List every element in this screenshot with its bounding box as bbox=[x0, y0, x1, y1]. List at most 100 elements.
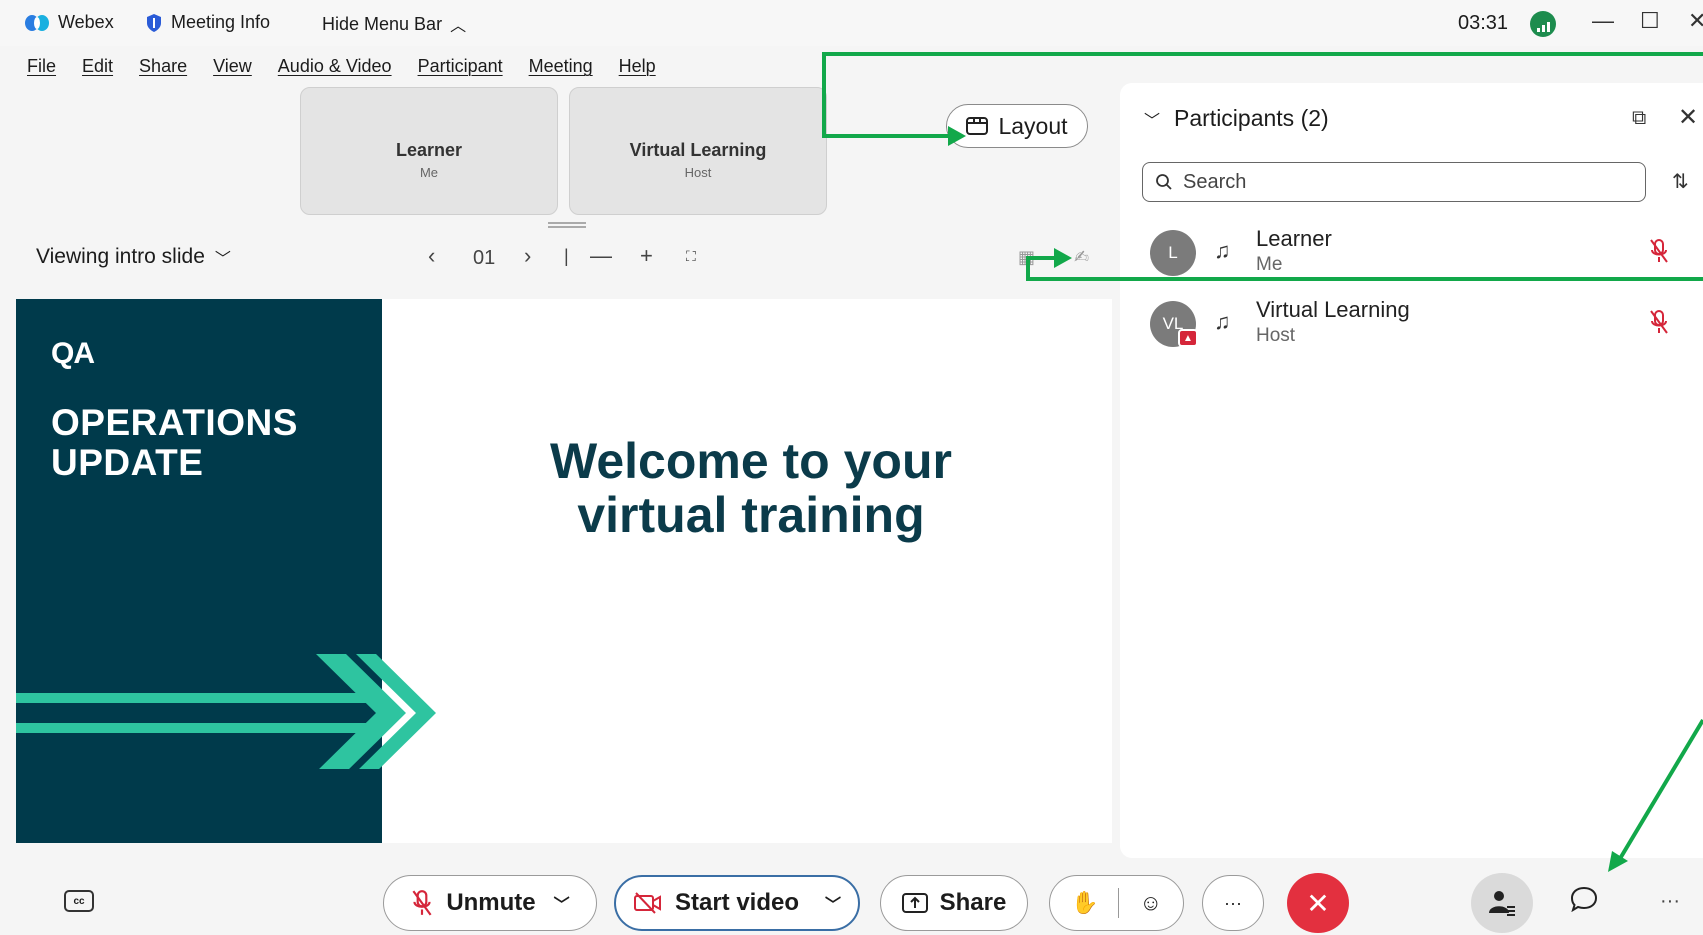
participants-button[interactable] bbox=[1471, 873, 1533, 933]
participant-row[interactable]: VL ▲ ♫ Virtual Learning Host bbox=[1150, 295, 1690, 355]
participants-panel: ﹀ Participants (2) ⧉ ✕ ⇅ L ♫ Learner Me … bbox=[1120, 83, 1703, 858]
close-icon: ✕ bbox=[1306, 887, 1330, 919]
unmute-button[interactable]: Unmute ﹀ bbox=[383, 875, 597, 931]
headset-icon: ♫ bbox=[1214, 238, 1231, 263]
chevron-arrow-graphic bbox=[16, 654, 436, 769]
viewing-dropdown[interactable]: Viewing intro slide ﹀ bbox=[36, 245, 231, 269]
slide-page-number: 01 bbox=[473, 247, 496, 269]
leave-meeting-button[interactable]: ✕ bbox=[1287, 873, 1349, 933]
welcome-heading: Welcome to your virtual training bbox=[386, 434, 1112, 542]
participants-icon bbox=[1489, 891, 1515, 916]
sharing-icon: ▲ bbox=[1178, 329, 1198, 347]
prev-slide-icon[interactable]: ‹ bbox=[428, 243, 435, 269]
reactions-icon[interactable]: ☺ bbox=[1139, 890, 1161, 916]
popout-icon[interactable]: ⧉ bbox=[1632, 107, 1646, 130]
tile-role: Me bbox=[419, 165, 439, 180]
annotate-icon[interactable]: ✍ bbox=[1074, 247, 1089, 268]
menu-edit[interactable]: Edit bbox=[69, 50, 126, 82]
app-brand: Webex bbox=[24, 12, 114, 33]
muted-mic-icon[interactable] bbox=[1648, 238, 1670, 264]
menu-audio-video[interactable]: Audio & Video bbox=[265, 50, 405, 82]
hide-menu-label: Hide Menu Bar bbox=[322, 13, 443, 34]
start-video-label: Start video bbox=[674, 889, 799, 916]
headset-icon: ♫ bbox=[1214, 309, 1231, 334]
video-tile-host[interactable]: Virtual Learning Host bbox=[569, 87, 827, 215]
unmute-label: Unmute bbox=[446, 889, 536, 916]
layout-label: Layout bbox=[998, 112, 1068, 139]
tile-role: Host bbox=[684, 165, 712, 180]
participants-title: Participants (2) bbox=[1174, 105, 1329, 131]
participant-name: Virtual Learning bbox=[1256, 297, 1410, 322]
menu-view[interactable]: View bbox=[200, 50, 265, 82]
network-signal-icon[interactable] bbox=[1530, 11, 1556, 37]
arrowhead bbox=[1054, 248, 1072, 268]
welcome-line1: Welcome to your bbox=[550, 433, 952, 489]
slide-title-line1: OPERATIONS bbox=[51, 402, 298, 443]
qa-logo: QA bbox=[51, 337, 95, 370]
video-off-icon bbox=[633, 892, 661, 914]
close-panel-icon[interactable]: ✕ bbox=[1678, 103, 1698, 132]
menu-meeting[interactable]: Meeting bbox=[516, 50, 606, 82]
tile-name: Virtual Learning bbox=[629, 140, 767, 160]
app-name: Webex bbox=[58, 12, 114, 32]
slide-title-line2: UPDATE bbox=[51, 442, 204, 483]
more-options-button[interactable]: ··· bbox=[1202, 875, 1264, 931]
close-window-icon[interactable]: ✕ bbox=[1688, 8, 1703, 34]
video-tile-learner[interactable]: Learner Me bbox=[300, 87, 558, 215]
thumbnails-icon[interactable]: ▦ bbox=[1018, 247, 1035, 268]
webex-logo-icon bbox=[25, 14, 49, 31]
participant-name: Learner bbox=[1256, 226, 1332, 251]
shared-slide: QA OPERATIONS UPDATE Welcome to your vir… bbox=[16, 299, 1112, 843]
divider: | bbox=[564, 246, 569, 266]
welcome-line2: virtual training bbox=[577, 487, 925, 543]
divider bbox=[1118, 888, 1120, 918]
search-icon bbox=[1156, 174, 1172, 190]
collapse-chevron-icon: ﹀ bbox=[1144, 112, 1161, 130]
title-bar: Webex Meeting Info Hide Menu Bar ︿ 03:31… bbox=[0, 0, 1703, 46]
search-input[interactable] bbox=[1183, 170, 1603, 194]
sort-icon[interactable]: ⇅ bbox=[1672, 169, 1689, 194]
menu-file[interactable]: File bbox=[0, 50, 69, 82]
viewing-label: Viewing intro slide bbox=[36, 245, 205, 268]
maximize-icon[interactable]: ☐ bbox=[1640, 8, 1660, 34]
chevron-down-icon[interactable]: ﹀ bbox=[825, 891, 841, 915]
minimize-icon[interactable]: — bbox=[1592, 8, 1614, 34]
chevron-down-icon[interactable]: ﹀ bbox=[554, 891, 570, 915]
zoom-out-icon[interactable]: — bbox=[590, 243, 612, 269]
share-label: Share bbox=[939, 889, 1007, 916]
shield-icon bbox=[147, 13, 161, 32]
layout-icon bbox=[966, 117, 989, 135]
chat-icon[interactable] bbox=[1570, 886, 1598, 919]
participant-role: Host bbox=[1256, 325, 1296, 346]
slide-title: OPERATIONS UPDATE bbox=[51, 403, 298, 483]
chevron-down-icon: ﹀ bbox=[214, 251, 231, 268]
fullscreen-icon[interactable]: ⛶ bbox=[686, 248, 696, 265]
participant-search[interactable] bbox=[1142, 162, 1646, 202]
zoom-in-icon[interactable]: + bbox=[640, 243, 653, 269]
menu-bar: File Edit Share View Audio & Video Parti… bbox=[0, 50, 669, 82]
hide-menu-bar-button[interactable]: Hide Menu Bar ︿ bbox=[322, 12, 466, 36]
menu-share[interactable]: Share bbox=[126, 50, 200, 82]
start-video-button[interactable]: Start video ﹀ bbox=[614, 875, 860, 931]
muted-mic-icon bbox=[412, 890, 432, 916]
chevron-up-icon: ︿ bbox=[450, 18, 467, 35]
share-screen-icon bbox=[901, 893, 928, 913]
menu-participant[interactable]: Participant bbox=[405, 50, 516, 82]
participant-role: Me bbox=[1256, 254, 1283, 275]
participant-row[interactable]: L ♫ Learner Me bbox=[1150, 224, 1690, 284]
avatar: L bbox=[1150, 230, 1196, 276]
raise-hand-icon[interactable]: ✋ bbox=[1071, 890, 1098, 916]
closed-captions-icon[interactable]: cc bbox=[64, 890, 94, 912]
meeting-info-label: Meeting Info bbox=[171, 12, 271, 32]
layout-button[interactable]: Layout bbox=[946, 104, 1088, 148]
muted-mic-icon[interactable] bbox=[1648, 309, 1670, 335]
resize-grip[interactable] bbox=[548, 222, 586, 228]
share-button[interactable]: Share bbox=[880, 875, 1028, 931]
next-slide-icon[interactable]: › bbox=[524, 243, 531, 269]
meeting-info-button[interactable]: Meeting Info bbox=[145, 12, 270, 33]
menu-help[interactable]: Help bbox=[606, 50, 669, 82]
participants-header[interactable]: ﹀ Participants (2) bbox=[1144, 105, 1329, 132]
meeting-timer: 03:31 bbox=[1458, 12, 1509, 34]
more-icon: ··· bbox=[1224, 892, 1242, 913]
more-panels-icon[interactable]: ··· bbox=[1660, 890, 1680, 913]
